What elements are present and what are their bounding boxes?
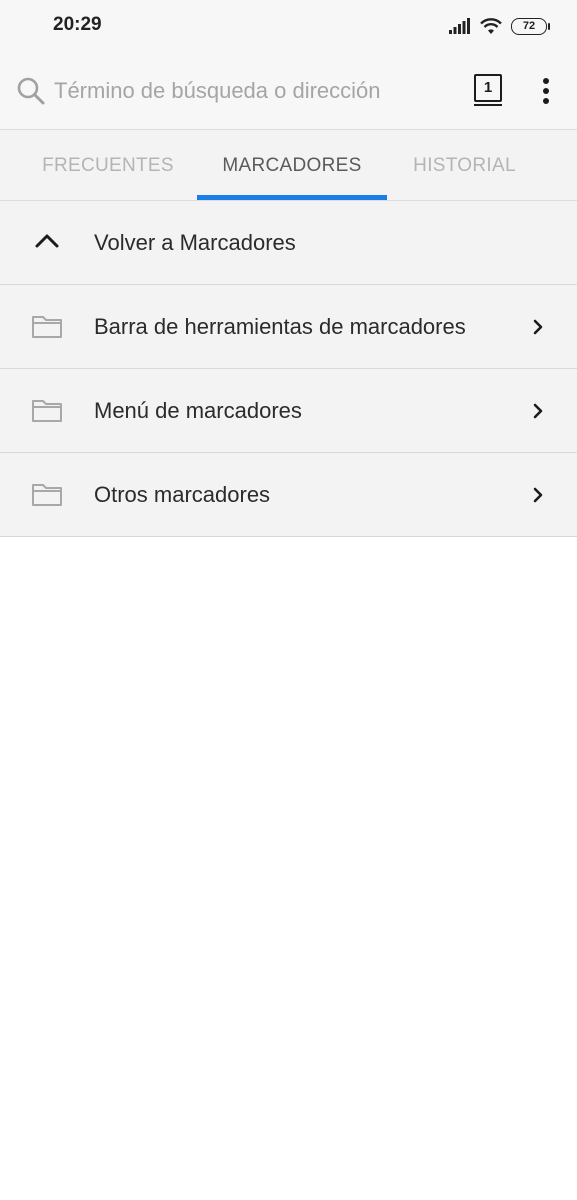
- wifi-icon: [480, 18, 502, 34]
- tab-bar: FRECUENTES MARCADORES HISTORIAL: [0, 130, 577, 201]
- folder-row-menu[interactable]: Menú de marcadores: [0, 369, 577, 453]
- folder-label: Otros marcadores: [94, 482, 271, 507]
- chevron-right-icon: [533, 319, 543, 335]
- search-icon: [17, 77, 45, 105]
- chevron-right-icon: [533, 403, 543, 419]
- status-bar: 20:29 72: [0, 0, 577, 52]
- folder-icon: [32, 484, 62, 506]
- folder-row-other[interactable]: Otros marcadores: [0, 453, 577, 537]
- url-bar: 1: [0, 52, 577, 130]
- folder-icon: [32, 400, 62, 422]
- more-menu-icon[interactable]: [536, 76, 556, 106]
- tab-count: 1: [474, 74, 502, 102]
- tabs-counter-button[interactable]: 1: [474, 74, 502, 106]
- search-input[interactable]: [54, 74, 444, 108]
- status-time: 20:29: [53, 14, 102, 35]
- status-icons: 72: [449, 14, 550, 38]
- tab-frecuentes[interactable]: FRECUENTES: [18, 130, 198, 200]
- battery-icon: 72: [511, 17, 550, 35]
- tab-marcadores[interactable]: MARCADORES: [197, 130, 387, 200]
- chevron-right-icon: [533, 487, 543, 503]
- tab-historial[interactable]: HISTORIAL: [387, 130, 542, 200]
- chevron-up-icon: [35, 234, 59, 248]
- folder-row-toolbar[interactable]: Barra de herramientas de marcadores: [0, 285, 577, 369]
- back-to-bookmarks-row[interactable]: Volver a Marcadores: [0, 201, 577, 285]
- active-tab-indicator: [197, 195, 387, 200]
- folder-label: Barra de herramientas de marcadores: [94, 314, 466, 339]
- back-label: Volver a Marcadores: [94, 230, 296, 255]
- folder-icon: [32, 316, 62, 338]
- signal-icon: [449, 18, 470, 34]
- folder-label: Menú de marcadores: [94, 398, 302, 423]
